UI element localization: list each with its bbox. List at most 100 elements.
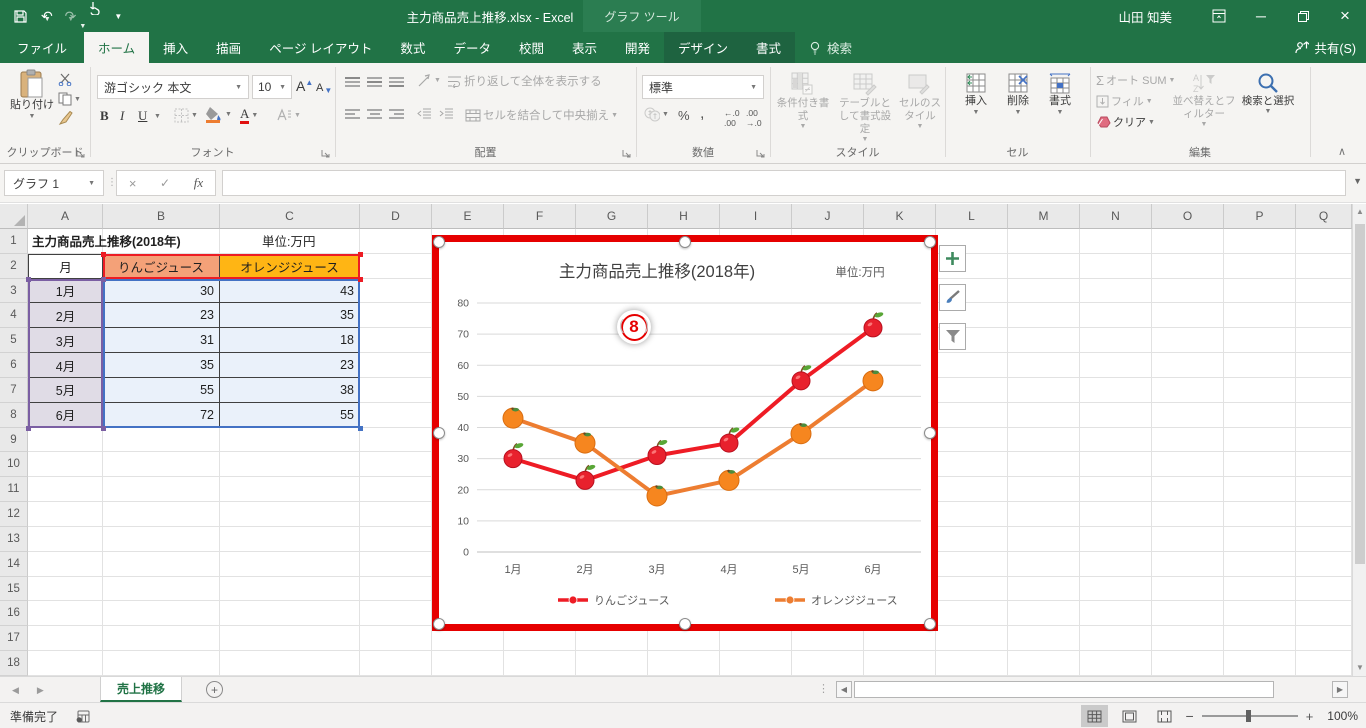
selection-handle-7[interactable]	[924, 618, 936, 630]
tab-開発[interactable]: 開発	[611, 32, 664, 63]
cell-A4[interactable]: 2月	[28, 303, 103, 329]
phonetic-guide-button[interactable]: ▼	[276, 108, 301, 122]
copy-button[interactable]: ▼	[58, 92, 81, 106]
fill-button[interactable]: フィル ▼	[1096, 93, 1153, 109]
row-header-8[interactable]: 8	[0, 402, 28, 428]
row-header-7[interactable]: 7	[0, 377, 28, 403]
collapse-ribbon-button[interactable]: ∧	[1338, 145, 1346, 158]
cell-N5[interactable]	[1080, 328, 1152, 354]
page-break-view-button[interactable]	[1151, 705, 1178, 727]
row-header-3[interactable]: 3	[0, 278, 28, 304]
close-button[interactable]: ×	[1324, 0, 1366, 32]
cell-Q11[interactable]	[1296, 477, 1352, 503]
column-header-N[interactable]: N	[1080, 204, 1152, 229]
cell-A8[interactable]: 6月	[28, 402, 103, 428]
selection-handle-3[interactable]	[433, 427, 445, 439]
cell-C1[interactable]: 単位:万円	[220, 229, 360, 254]
cell-D17[interactable]	[360, 626, 432, 652]
cell-N1[interactable]	[1080, 229, 1152, 254]
orange-marker-6[interactable]	[862, 370, 884, 392]
selection-handle-5[interactable]	[433, 618, 445, 630]
cell-C6[interactable]: 23	[220, 353, 360, 378]
cell-M13[interactable]	[1008, 526, 1080, 552]
minimize-button[interactable]: ─	[1240, 0, 1282, 32]
row-header-4[interactable]: 4	[0, 303, 28, 329]
chart-title[interactable]: 主力商品売上推移(2018年)	[559, 262, 755, 281]
column-header-J[interactable]: J	[792, 204, 864, 229]
cell-P5[interactable]	[1224, 328, 1296, 354]
cell-N4[interactable]	[1080, 303, 1152, 329]
cell-Q6[interactable]	[1296, 353, 1352, 378]
bold-button[interactable]: B	[100, 108, 109, 124]
decrease-indent-button[interactable]	[417, 107, 432, 120]
fill-color-button[interactable]: ▼	[205, 106, 232, 123]
clipboard-dialog-launcher[interactable]	[76, 149, 86, 159]
cell-P13[interactable]	[1224, 526, 1296, 552]
row-header-1[interactable]: 1	[0, 229, 28, 254]
orange-marker-2[interactable]	[574, 432, 596, 454]
apple-marker-1[interactable]	[503, 442, 524, 469]
cell-L7[interactable]	[936, 377, 1008, 403]
align-center-button[interactable]	[367, 107, 382, 121]
cell-C14[interactable]	[220, 551, 360, 577]
column-header-I[interactable]: I	[720, 204, 792, 229]
cell-L14[interactable]	[936, 551, 1008, 577]
cell-M11[interactable]	[1008, 477, 1080, 503]
series-range-handle[interactable]	[358, 276, 363, 282]
cell-B13[interactable]	[103, 526, 220, 552]
cell-N15[interactable]	[1080, 576, 1152, 602]
cell-B3[interactable]: 30	[103, 278, 220, 304]
cell-D12[interactable]	[360, 502, 432, 527]
increase-indent-button[interactable]	[439, 107, 454, 120]
cell-C12[interactable]	[220, 502, 360, 527]
cell-B11[interactable]	[103, 477, 220, 503]
cell-Q9[interactable]	[1296, 427, 1352, 453]
tab-データ[interactable]: データ	[439, 32, 505, 63]
cell-B5[interactable]: 31	[103, 328, 220, 354]
cell-Q1[interactable]	[1296, 229, 1352, 254]
cell-Q8[interactable]	[1296, 402, 1352, 428]
scroll-left-icon[interactable]: ◀	[836, 681, 852, 698]
cell-C17[interactable]	[220, 626, 360, 652]
cell-A2[interactable]: 月	[28, 253, 103, 279]
cell-Q10[interactable]	[1296, 452, 1352, 478]
cell-O14[interactable]	[1152, 551, 1224, 577]
cell-N6[interactable]	[1080, 353, 1152, 378]
cell-P17[interactable]	[1224, 626, 1296, 652]
cell-D5[interactable]	[360, 328, 432, 354]
cut-button[interactable]	[58, 73, 73, 86]
row-header-17[interactable]: 17	[0, 626, 28, 652]
selection-handle-6[interactable]	[678, 618, 691, 630]
underline-dropdown[interactable]: ▼	[154, 113, 161, 120]
column-header-O[interactable]: O	[1152, 204, 1224, 229]
cell-O6[interactable]	[1152, 353, 1224, 378]
cell-O17[interactable]	[1152, 626, 1224, 652]
align-right-button[interactable]	[389, 107, 404, 121]
borders-button[interactable]: ▼	[174, 108, 198, 123]
cell-M3[interactable]	[1008, 278, 1080, 304]
sort-filter-button[interactable]: AZ 並べ替えとフィルター ▼	[1172, 71, 1236, 130]
zoom-slider[interactable]	[1201, 710, 1298, 722]
cell-F18[interactable]	[504, 651, 576, 676]
touch-mode-icon[interactable]: ▼	[79, 1, 100, 31]
cell-A10[interactable]	[28, 452, 103, 478]
cell-A18[interactable]	[28, 651, 103, 676]
accounting-format-button[interactable]: ▼	[644, 107, 669, 122]
delete-cells-button[interactable]: 削除 ▼	[999, 71, 1037, 118]
category-range-handle[interactable]	[101, 276, 106, 282]
new-sheet-button[interactable]: +	[206, 681, 223, 698]
align-bottom-button[interactable]	[389, 75, 404, 89]
cancel-entry-icon[interactable]: ×	[129, 176, 137, 191]
cell-M16[interactable]	[1008, 601, 1080, 627]
cell-L12[interactable]	[936, 502, 1008, 527]
formula-input[interactable]	[222, 170, 1346, 196]
cell-B14[interactable]	[103, 551, 220, 577]
cell-L9[interactable]	[936, 427, 1008, 453]
cell-M9[interactable]	[1008, 427, 1080, 453]
cell-C2[interactable]: オレンジジュース	[220, 253, 360, 279]
cell-E18[interactable]	[432, 651, 504, 676]
cell-P8[interactable]	[1224, 402, 1296, 428]
cell-C5[interactable]: 18	[220, 328, 360, 354]
cell-C11[interactable]	[220, 477, 360, 503]
autosum-button[interactable]: Σ オート SUM ▼	[1096, 72, 1175, 88]
